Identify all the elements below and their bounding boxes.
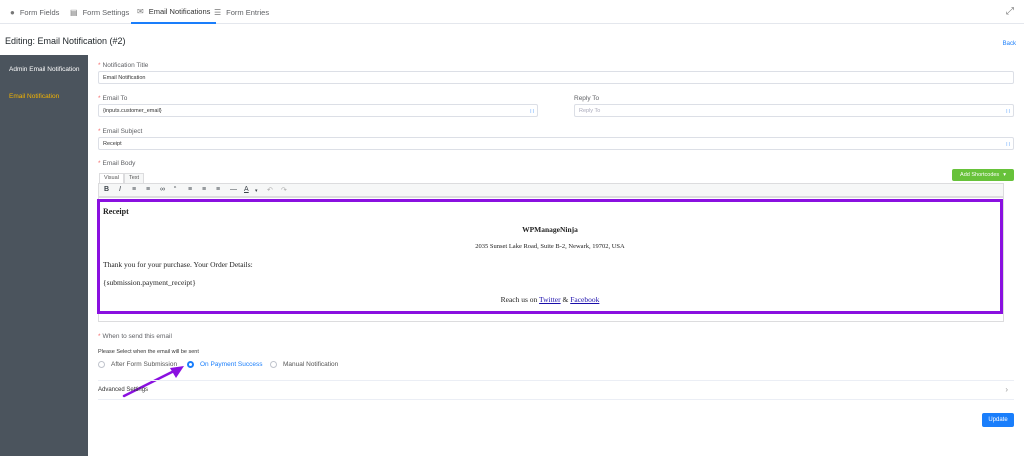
editor-tab-visual[interactable]: Visual (99, 173, 124, 183)
update-button[interactable]: Update (982, 413, 1014, 427)
advanced-settings-label: Advanced Settings (98, 387, 149, 393)
editor-thanks: Thank you for your purchase. Your Order … (103, 260, 253, 269)
email-body-label-text: Email Body (102, 160, 136, 167)
sidebar-item-admin-email-notification[interactable]: Admin Email Notification (9, 66, 79, 73)
twitter-link[interactable]: Twitter (539, 295, 561, 304)
radio-circle[interactable] (270, 361, 277, 368)
sidebar-item-email-notification[interactable]: Email Notification (9, 93, 59, 100)
radio-label: On Payment Success (200, 361, 263, 368)
italic-icon[interactable]: I (119, 186, 121, 193)
editor-heading: Receipt (103, 207, 129, 216)
add-shortcodes-button[interactable]: Add Shortcodes ▾ (952, 169, 1014, 181)
fullscreen-icon[interactable]: ⤢ (1006, 6, 1014, 17)
shortcode-picker-icon[interactable]: ∷ (530, 108, 534, 115)
tab-form-settings[interactable]: ▤ Form Settings (70, 0, 129, 24)
back-link[interactable]: Back (1003, 41, 1016, 47)
align-right-icon[interactable]: ≡ (216, 186, 220, 193)
reply-to-placeholder: Reply To (579, 108, 601, 114)
add-shortcodes-label: Add Shortcodes (960, 172, 1000, 178)
quote-icon[interactable]: “ (174, 186, 176, 193)
ampersand: & (562, 295, 569, 304)
editor-shortcode: {submission.payment_receipt} (103, 278, 196, 287)
radio-circle[interactable] (187, 361, 194, 368)
link-icon[interactable]: ∞ (160, 186, 165, 193)
required-asterisk: * (98, 128, 101, 135)
top-nav: ● Form Fields ▤ Form Settings ✉ Email No… (0, 0, 1024, 24)
tab-form-fields[interactable]: ● Form Fields (10, 0, 59, 24)
email-to-label: * Email To (98, 95, 127, 102)
envelope-icon: ✉ (137, 6, 144, 16)
radio-manual-notification[interactable]: Manual Notification (270, 361, 338, 368)
update-button-label: Update (988, 417, 1008, 423)
radio-circle[interactable] (98, 361, 105, 368)
when-to-send-label-text: When to send this email (102, 333, 172, 340)
horizontal-rule-icon[interactable]: — (230, 186, 237, 193)
tab-email-notifications[interactable]: ✉ Email Notifications (131, 0, 217, 24)
tab-email-notifications-label: Email Notifications (148, 6, 211, 16)
notification-title-label: * Notification Title (98, 62, 148, 69)
radio-on-payment-success[interactable]: On Payment Success (187, 361, 263, 368)
notification-sidebar: Admin Email Notification Email Notificat… (0, 55, 88, 456)
email-to-value: {inputs.customer_email} (103, 108, 162, 114)
text-color-icon[interactable]: A (244, 186, 249, 193)
email-subject-value: Receipt (103, 141, 122, 147)
email-body-label: * Email Body (98, 160, 135, 167)
settings-icon: ▤ (70, 7, 78, 17)
email-to-input[interactable]: {inputs.customer_email} ∷ (98, 104, 538, 117)
align-center-icon[interactable]: ≡ (202, 186, 206, 193)
reply-to-input[interactable]: Reply To ∷ (574, 104, 1014, 117)
shortcode-picker-icon[interactable]: ∷ (1006, 141, 1010, 148)
editor-address: 2035 Sunset Lake Road, Suite B-2, Newark… (475, 243, 625, 250)
editor-reach-line: Reach us on Twitter & Facebook (100, 295, 1000, 304)
align-left-icon[interactable]: ≡ (188, 186, 192, 193)
facebook-link[interactable]: Facebook (570, 295, 599, 304)
bullet-list-icon[interactable]: ≡ (132, 186, 136, 193)
required-asterisk: * (98, 160, 101, 167)
chevron-right-icon: › (1005, 385, 1008, 394)
required-asterisk: * (98, 62, 101, 69)
chevron-down-icon[interactable]: ▾ (255, 188, 258, 194)
bold-icon[interactable]: B (104, 186, 109, 193)
radio-label: Manual Notification (283, 361, 339, 368)
required-asterisk: * (98, 333, 101, 340)
email-to-label-text: Email To (102, 95, 128, 102)
required-asterisk: * (98, 95, 101, 102)
chevron-down-icon: ▾ (1003, 172, 1006, 178)
tab-form-entries[interactable]: ☰ Form Entries (214, 0, 269, 24)
email-body-editor[interactable]: Receipt WPManageNinja 2035 Sunset Lake R… (97, 199, 1003, 314)
email-subject-label-text: Email Subject (102, 128, 143, 135)
tab-form-fields-label: Form Fields (19, 7, 60, 17)
advanced-settings-row[interactable]: Advanced Settings › (98, 380, 1014, 400)
shortcode-picker-icon[interactable]: ∷ (1006, 108, 1010, 115)
editor-company: WPManageNinja (522, 225, 578, 234)
reply-to-label: Reply To (574, 95, 600, 102)
tab-form-entries-label: Form Entries (226, 7, 270, 17)
editor-tab-text[interactable]: Text (124, 173, 145, 183)
editor-toolbar: B I ≡ ≡ ∞ “ ≡ ≡ ≡ — A ▾ ↶ ↷ (98, 183, 1004, 197)
list-icon: ☰ (214, 7, 222, 17)
numbered-list-icon[interactable]: ≡ (146, 186, 150, 193)
redo-icon[interactable]: ↷ (281, 186, 287, 194)
email-subject-label: * Email Subject (98, 128, 142, 135)
undo-icon[interactable]: ↶ (267, 186, 273, 194)
when-to-send-label: * When to send this email (98, 333, 172, 340)
editing-header: Editing: Email Notification (#2) Back (0, 33, 1024, 55)
notification-title-label-text: Notification Title (102, 62, 149, 69)
lightbulb-icon: ● (10, 7, 15, 17)
send-hint-text: Please Select when the email will be sen… (98, 349, 199, 355)
reach-prefix: Reach us on (500, 295, 538, 304)
notification-title-input[interactable]: Email Notification (98, 71, 1014, 84)
email-subject-input[interactable]: Receipt ∷ (98, 137, 1014, 150)
tab-form-settings-label: Form Settings (82, 7, 130, 17)
page-title: Editing: Email Notification (#2) (5, 36, 126, 46)
